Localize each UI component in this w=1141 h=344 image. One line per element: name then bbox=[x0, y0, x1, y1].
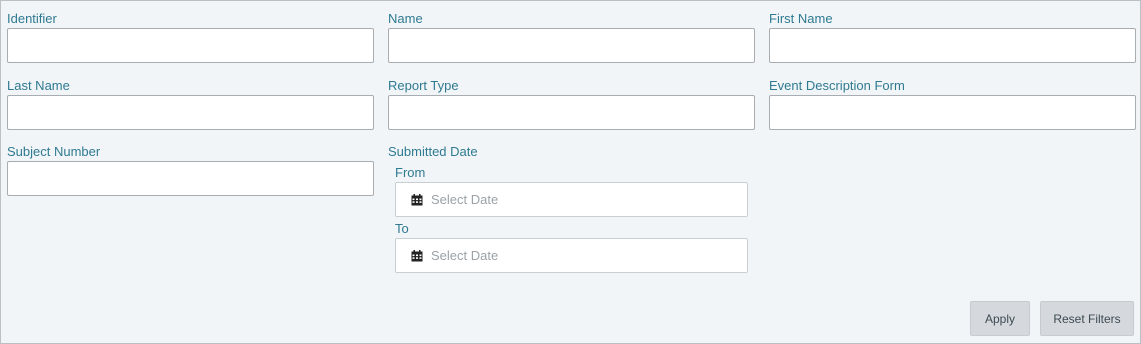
event-description-form-input[interactable] bbox=[769, 95, 1136, 130]
subject-number-label: Subject Number bbox=[7, 144, 101, 159]
last-name-label: Last Name bbox=[7, 78, 70, 93]
identifier-label: Identifier bbox=[7, 11, 57, 26]
to-date-picker[interactable]: Select Date bbox=[395, 238, 748, 273]
report-type-label: Report Type bbox=[388, 78, 459, 93]
calendar-icon bbox=[411, 250, 423, 262]
from-date-placeholder: Select Date bbox=[431, 192, 499, 207]
to-date-placeholder: Select Date bbox=[431, 248, 499, 263]
last-name-input[interactable] bbox=[7, 95, 374, 130]
report-type-input[interactable] bbox=[388, 95, 755, 130]
to-date-label: To bbox=[395, 221, 409, 236]
submitted-date-label: Submitted Date bbox=[388, 144, 478, 159]
first-name-label: First Name bbox=[769, 11, 833, 26]
event-description-form-label: Event Description Form bbox=[769, 78, 905, 93]
reset-filters-button[interactable]: Reset Filters bbox=[1040, 301, 1134, 336]
from-date-picker[interactable]: Select Date bbox=[395, 182, 748, 217]
identifier-input[interactable] bbox=[7, 28, 374, 63]
subject-number-input[interactable] bbox=[7, 161, 374, 196]
filter-panel: Identifier Name First Name Last Name Rep… bbox=[0, 0, 1141, 344]
name-label: Name bbox=[388, 11, 423, 26]
apply-button[interactable]: Apply bbox=[970, 301, 1030, 336]
name-input[interactable] bbox=[388, 28, 755, 63]
first-name-input[interactable] bbox=[769, 28, 1136, 63]
calendar-icon bbox=[411, 194, 423, 206]
from-date-label: From bbox=[395, 165, 426, 180]
